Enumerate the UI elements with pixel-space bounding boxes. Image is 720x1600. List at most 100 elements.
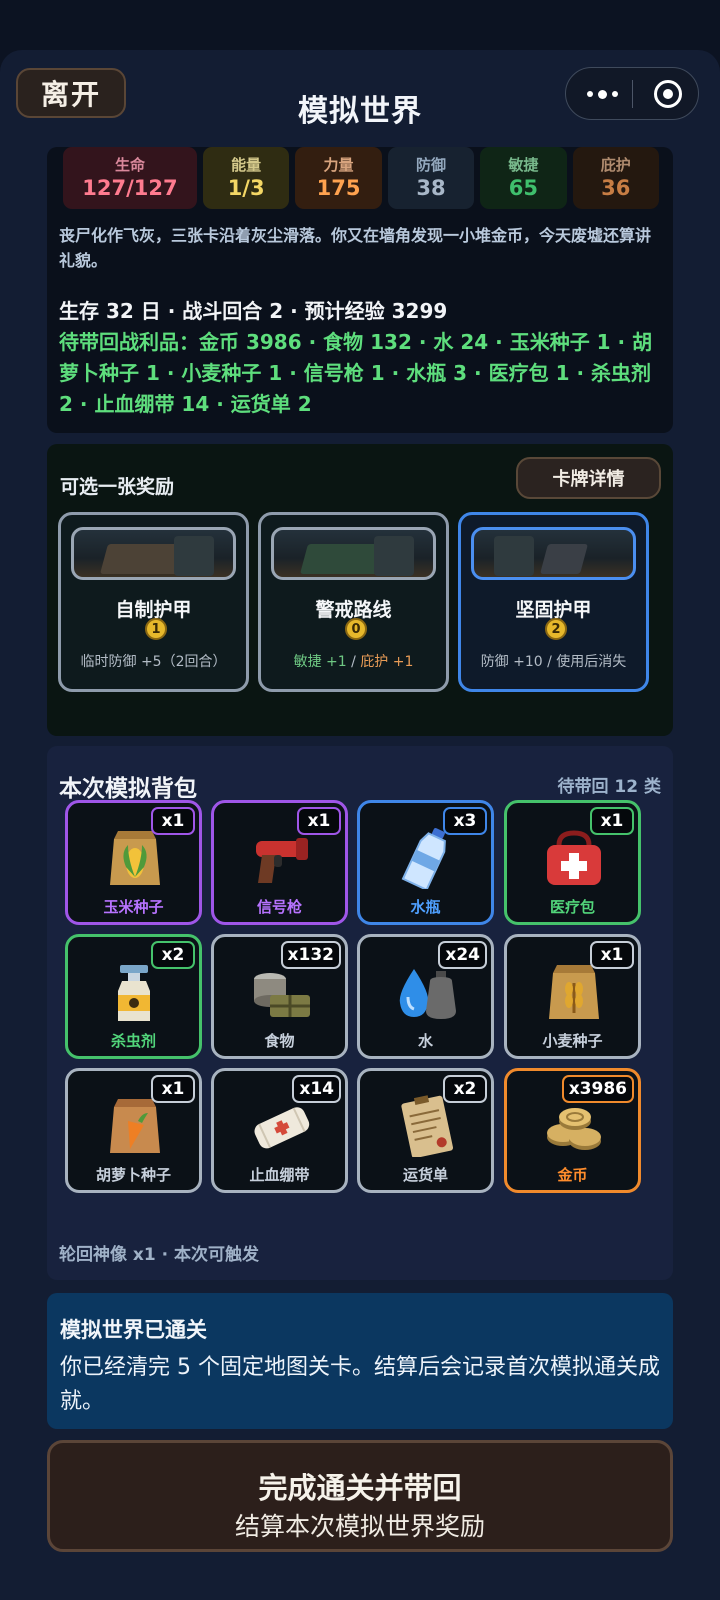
stat-label: 生命 (114, 156, 145, 174)
carrot-seed-bag-icon (110, 1099, 160, 1153)
stat-defense: 防御 38 (387, 147, 475, 209)
inventory-slot[interactable]: x1 小麦种子 (504, 934, 641, 1059)
corn-seed-bag-icon (110, 831, 160, 885)
finish-button-sublabel: 结算本次模拟世界奖励 (234, 1512, 485, 1541)
shelter-bonus: 庇护 +1 (360, 654, 414, 670)
card-art-image (271, 527, 436, 580)
inventory-count: 待带回 12 类 (557, 777, 662, 797)
quantity-badge: x1 (590, 941, 634, 969)
stat-label: 防御 (415, 156, 446, 174)
card-description: 临时防御 +5（2回合） (80, 654, 227, 670)
inventory-footer: 轮回神像 x1 · 本次可触发 (59, 1245, 260, 1265)
inventory-slot[interactable]: x1 玉米种子 (65, 800, 202, 925)
quantity-badge: x3 (443, 807, 487, 835)
status-bar-area (0, 0, 720, 50)
energy-cost-badge: 0 (345, 618, 367, 640)
stat-value: 127/127 (82, 176, 178, 200)
quantity-badge: x3986 (561, 1075, 634, 1103)
reward-card-sturdy-armor[interactable]: 坚固护甲 2 防御 +10 / 使用后消失 (458, 512, 649, 692)
story-text: 丧尸化作飞灰，三张卡沿着灰尘滑落。你又在墙角发现一小堆金币，今天废墟还算讲礼貌。 (59, 226, 652, 270)
inventory-slot[interactable]: x1 信号枪 (211, 800, 348, 925)
inventory-slot[interactable]: x1 医疗包 (504, 800, 641, 925)
quantity-badge: x1 (297, 807, 341, 835)
item-name: 小麦种子 (542, 1032, 603, 1050)
stat-value: 1/3 (227, 176, 265, 200)
item-name: 食物 (264, 1032, 295, 1050)
stat-label: 庇护 (600, 156, 631, 174)
reward-title: 可选一张奖励 (60, 476, 175, 498)
quantity-badge: x14 (292, 1075, 341, 1103)
quantity-badge: x1 (151, 807, 195, 835)
spray-bottle-icon (118, 965, 150, 1021)
inventory-slot[interactable]: x132 食物 (211, 934, 348, 1059)
stat-label: 力量 (323, 156, 354, 174)
medkit-icon (547, 830, 601, 885)
inventory-slot[interactable]: x14 止血绷带 (211, 1068, 348, 1193)
item-name: 医疗包 (549, 898, 595, 916)
finish-and-return-button[interactable]: 完成通关并带回 结算本次模拟世界奖励 (47, 1440, 673, 1552)
quantity-badge: x2 (151, 941, 195, 969)
water-bottle-icon (401, 828, 446, 889)
stats-row: 生命 127/127 能量 1/3 力量 175 防御 38 敏捷 65 庇护 36 (63, 147, 659, 209)
stat-value: 36 (601, 176, 631, 200)
run-summary: 生存 32 日 · 战斗回合 2 · 预计经验 3299 (59, 299, 448, 323)
card-description: 防御 +10 / 使用后消失 (480, 654, 627, 670)
stat-value: 65 (508, 176, 538, 200)
close-target-icon[interactable] (654, 80, 682, 108)
capsule-divider (632, 80, 633, 108)
inventory-slot[interactable]: x1 胡萝卜种子 (65, 1068, 202, 1193)
clear-title: 模拟世界已通关 (60, 1318, 207, 1342)
item-name: 运货单 (402, 1166, 448, 1184)
inventory-section: 本次模拟背包 待带回 12 类 x1 玉米种子 x1 信号枪 x3 水瓶 x1 … (47, 746, 673, 1280)
stat-energy: 能量 1/3 (202, 147, 290, 209)
mini-program-capsule (565, 67, 699, 120)
quantity-badge: x1 (151, 1075, 195, 1103)
stat-label: 能量 (231, 156, 262, 174)
inventory-slot[interactable]: x2 运货单 (357, 1068, 494, 1193)
reward-card-homemade-armor[interactable]: 自制护甲 1 临时防御 +5（2回合） (58, 512, 249, 692)
item-name: 玉米种子 (103, 898, 164, 916)
manifest-paper-icon (401, 1095, 454, 1157)
wheat-seed-bag-icon (549, 965, 599, 1019)
flare-gun-icon (256, 838, 308, 883)
energy-cost-badge: 2 (545, 618, 567, 640)
agility-bonus: 敏捷 +1 (293, 654, 347, 670)
card-description: 敏捷 +1 / 庇护 +1 (261, 651, 446, 671)
stat-agility: 敏捷 65 (480, 147, 567, 209)
stat-label: 敏捷 (508, 156, 539, 174)
bandage-icon (254, 1107, 310, 1149)
item-name: 止血绷带 (249, 1166, 310, 1184)
canned-food-icon (254, 973, 310, 1017)
water-drop-icon (399, 969, 456, 1019)
item-name: 信号枪 (256, 898, 302, 916)
card-detail-button[interactable]: 卡牌详情 (516, 457, 661, 499)
clear-notice: 模拟世界已通关 你已经清完 5 个固定地图关卡。结算后会记录首次模拟通关成就。 (47, 1293, 673, 1429)
finish-button-label: 完成通关并带回 (258, 1471, 462, 1505)
item-name: 杀虫剂 (110, 1032, 156, 1050)
energy-cost-badge: 1 (145, 618, 167, 640)
gold-coins-icon (547, 1108, 601, 1150)
reward-section: 可选一张奖励 卡牌详情 自制护甲 1 临时防御 +5（2回合） 警戒路线 0 敏… (47, 444, 673, 736)
item-name: 胡萝卜种子 (95, 1166, 171, 1184)
reward-card-alert-route[interactable]: 警戒路线 0 敏捷 +1 / 庇护 +1 (258, 512, 449, 692)
desc-separator: / (346, 654, 361, 670)
quantity-badge: x24 (438, 941, 487, 969)
inventory-slot[interactable]: x3 水瓶 (357, 800, 494, 925)
stat-strength: 力量 175 (295, 147, 382, 209)
quantity-badge: x132 (280, 941, 341, 969)
item-name: 金币 (557, 1166, 588, 1184)
quantity-badge: x2 (443, 1075, 487, 1103)
pending-loot: 待带回战利品：金币 3986 · 食物 132 · 水 24 · 玉米种子 1 … (59, 330, 653, 416)
item-name: 水 (417, 1032, 433, 1050)
stat-value: 175 (316, 176, 361, 200)
item-name: 水瓶 (410, 898, 441, 916)
inventory-slot[interactable]: x24 水 (357, 934, 494, 1059)
inventory-slot[interactable]: x2 杀虫剂 (65, 934, 202, 1059)
card-art-image (471, 527, 636, 580)
stat-value: 38 (416, 176, 446, 200)
card-art-image (71, 527, 236, 580)
stat-hp: 生命 127/127 (63, 147, 197, 209)
inventory-slot[interactable]: x3986 金币 (504, 1068, 641, 1193)
more-options-icon[interactable] (576, 78, 628, 110)
status-card: 生命 127/127 能量 1/3 力量 175 防御 38 敏捷 65 庇护 36 丧尸化… (47, 147, 673, 433)
